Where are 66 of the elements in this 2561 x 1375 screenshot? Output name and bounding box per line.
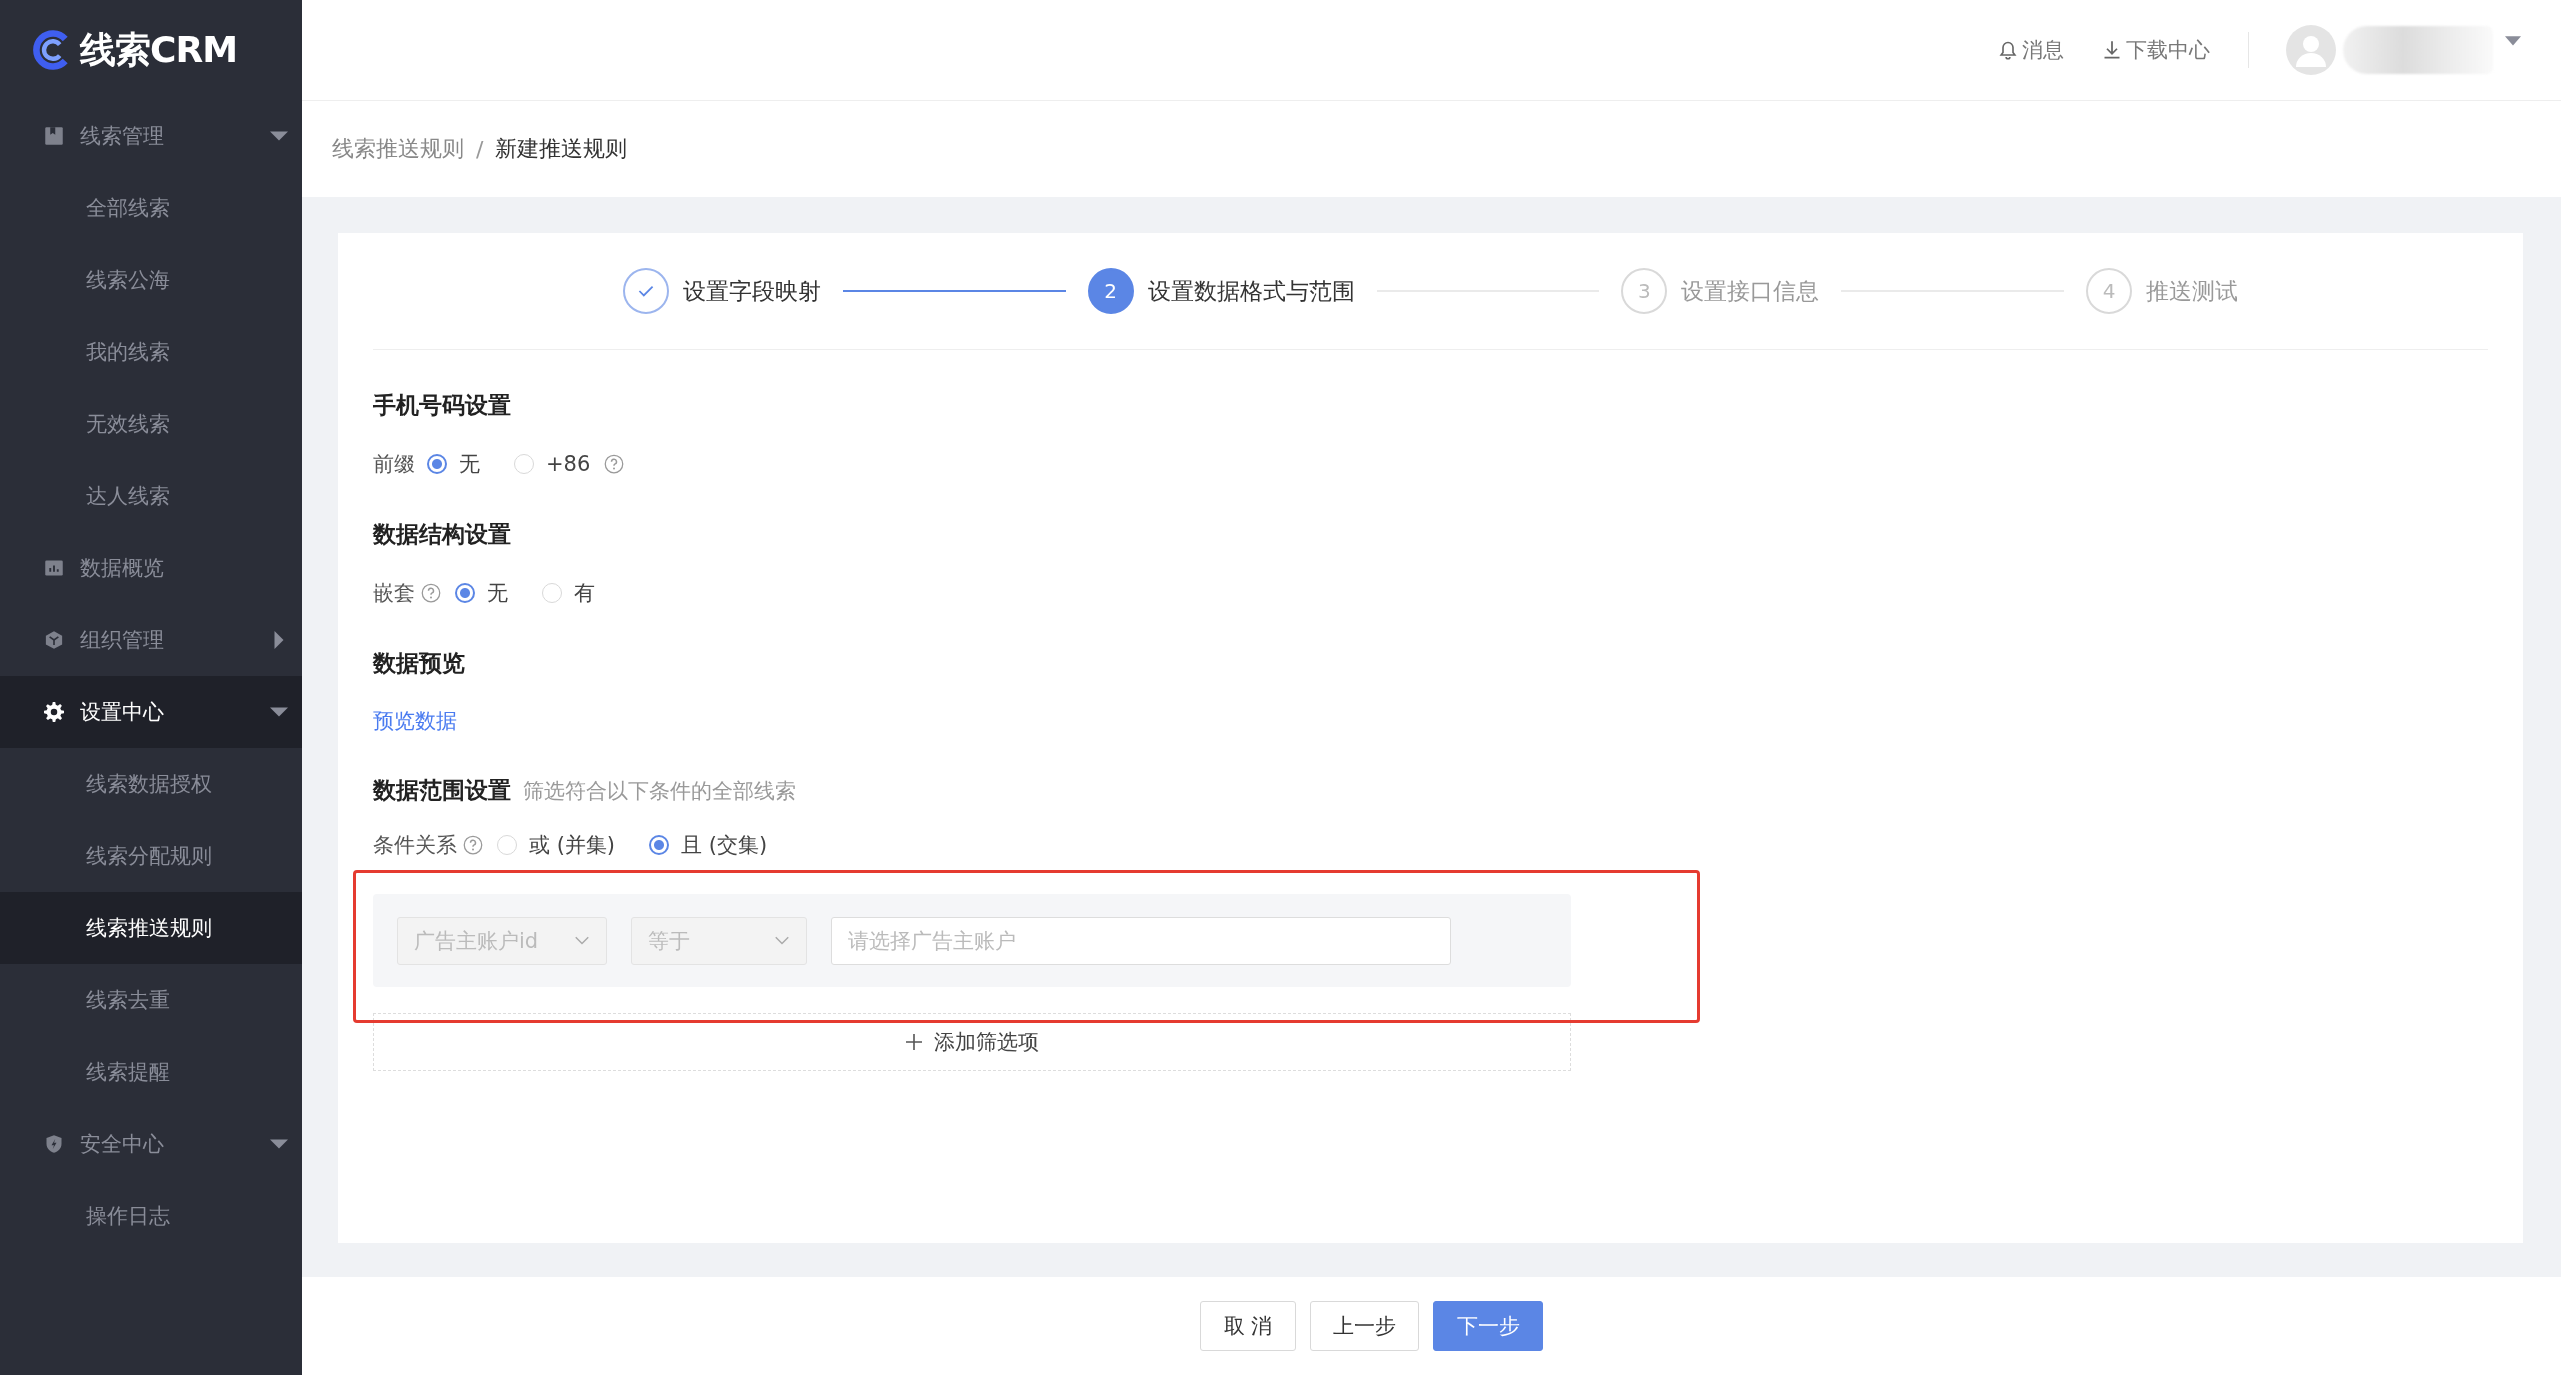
sidebar-item[interactable]: 安全中心 (0, 1108, 302, 1180)
help-icon[interactable] (604, 454, 625, 474)
section-hint: 筛选符合以下条件的全部线索 (523, 778, 796, 805)
caret-icon[interactable] (2505, 36, 2521, 47)
step-label: 设置数据格式与范围 (1147, 276, 1355, 306)
sidebar-subitem[interactable]: 线索去重 (0, 964, 302, 1036)
field-label: 前缀 (373, 451, 415, 478)
section-title: 数据范围设置 (373, 776, 511, 805)
field-label: 条件关系 (373, 832, 457, 859)
sidebar-subitem[interactable]: 线索推送规则 (0, 892, 302, 964)
sidebar-item[interactable]: 数据概览 (0, 532, 302, 604)
sidebar-item[interactable]: 线索管理 (0, 100, 302, 172)
radio-label: 有 (574, 580, 595, 607)
cube-icon (44, 630, 64, 650)
step-indicator: 2 (1087, 268, 1134, 314)
breadcrumb-separator: / (476, 136, 484, 162)
radio-label: 且 (交集) (681, 832, 768, 859)
settings-icon (44, 702, 64, 722)
step-label: 设置字段映射 (683, 276, 821, 306)
chevron-down-icon (774, 935, 790, 946)
section-title: 数据结构设置 (373, 520, 512, 549)
download-center-link[interactable]: 下载中心 (2102, 36, 2210, 64)
chevron-down-icon (574, 935, 590, 946)
preview-data-link[interactable]: 预览数据 (373, 709, 457, 733)
section-title: 手机号码设置 (373, 391, 512, 420)
footer-button[interactable]: 上一步 (1310, 1301, 1419, 1351)
radio-button[interactable] (649, 835, 670, 855)
radio-button[interactable] (427, 454, 447, 474)
step-label: 推送测试 (2146, 276, 2238, 306)
sidebar-subitem[interactable]: 线索数据授权 (0, 748, 302, 820)
footer-button[interactable]: 下一步 (1433, 1301, 1543, 1351)
section-title: 数据预览 (373, 649, 466, 678)
radio-label: 无 (459, 451, 480, 478)
sidebar-subitem[interactable]: 操作日志 (0, 1180, 302, 1252)
add-filter-button[interactable]: 添加筛选项 (373, 1013, 1571, 1071)
radio-label: +86 (546, 452, 591, 476)
step-indicator: 3 (1621, 268, 1668, 314)
breadcrumb-item[interactable]: 线索推送规则 (332, 134, 464, 164)
radio-button[interactable] (455, 583, 475, 603)
account-input-field[interactable]: 请选择广告主账户 (831, 916, 1451, 965)
bar-chart-icon (44, 558, 64, 578)
bookmark-icon (44, 126, 64, 146)
footer-button[interactable]: 取 消 (1200, 1301, 1296, 1351)
sidebar-subitem[interactable]: 线索分配规则 (0, 820, 302, 892)
radio-label: 无 (487, 580, 508, 607)
breadcrumb-item: 新建推送规则 (495, 135, 628, 163)
sidebar-item[interactable]: 设置中心 (0, 676, 302, 748)
step-label: 设置接口信息 (1681, 276, 1820, 306)
bell-icon (1998, 40, 2018, 60)
messages-link[interactable]: 消息 (1998, 36, 2064, 64)
help-icon[interactable] (421, 583, 441, 603)
field-label: 嵌套 (373, 580, 415, 607)
logo-text: 线索CRM (80, 27, 237, 72)
sidebar-subitem[interactable]: 全部线索 (0, 172, 302, 244)
sidebar-subitem[interactable]: 达人线索 (0, 460, 302, 532)
sidebar-subitem[interactable]: 无效线索 (0, 388, 302, 460)
sidebar-subitem[interactable]: 我的线索 (0, 316, 302, 388)
sidebar-item[interactable]: 组织管理 (0, 604, 302, 676)
shield-icon (44, 1134, 64, 1154)
download-icon (2102, 40, 2122, 60)
plus-icon (905, 1034, 922, 1050)
sidebar-subitem[interactable]: 线索提醒 (0, 1036, 302, 1108)
radio-label: 或 (并集) (529, 832, 616, 859)
sidebar-subitem[interactable]: 线索公海 (0, 244, 302, 316)
help-icon[interactable] (463, 835, 483, 855)
step-indicator: 4 (2086, 268, 2132, 314)
